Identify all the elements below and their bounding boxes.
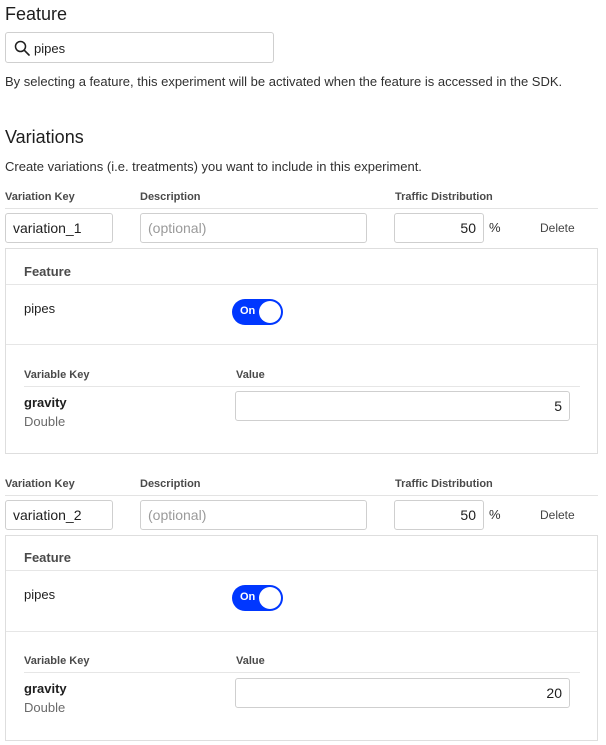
variation-key-input[interactable]	[5, 213, 113, 243]
feature-help-text: By selecting a feature, this experiment …	[5, 74, 563, 89]
percent-symbol: %	[489, 220, 501, 235]
panel-feature-header: Feature	[24, 550, 71, 565]
value-header: Value	[236, 655, 265, 667]
feature-toggle[interactable]: On	[232, 299, 283, 325]
header-divider	[5, 208, 598, 209]
search-icon	[14, 40, 30, 56]
delete-variation-button[interactable]: Delete	[540, 221, 575, 235]
feature-toggle[interactable]: On	[232, 585, 283, 611]
col-head-description: Description	[140, 478, 201, 490]
variations-section-title: Variations	[5, 127, 84, 147]
feature-search-input[interactable]	[34, 38, 264, 58]
variable-value-input[interactable]	[235, 391, 570, 421]
variable-name: gravity	[24, 681, 67, 696]
feature-name: pipes	[24, 301, 56, 316]
variable-key-header: Variable Key	[24, 655, 90, 667]
toggle-label: On	[240, 591, 256, 603]
toggle-knob	[259, 587, 281, 609]
toggle-knob	[259, 301, 281, 323]
variable-type: Double	[24, 700, 66, 715]
description-input[interactable]	[140, 500, 367, 530]
delete-variation-button[interactable]: Delete	[540, 508, 575, 522]
variation-feature-panel: Feature pipes On Variable Key Value grav…	[5, 535, 598, 741]
panel-divider	[6, 631, 597, 632]
variation-feature-panel: Feature pipes On Variable Key Value grav…	[5, 248, 598, 454]
col-head-traffic: Traffic Distribution	[395, 478, 493, 490]
variable-divider	[24, 672, 580, 673]
variable-key-header: Variable Key	[24, 369, 90, 381]
variable-divider	[24, 386, 580, 387]
panel-divider	[6, 344, 597, 345]
feature-name: pipes	[24, 587, 56, 602]
variations-help-text: Create variations (i.e. treatments) you …	[5, 159, 422, 174]
traffic-input[interactable]	[394, 213, 484, 243]
col-head-traffic: Traffic Distribution	[395, 191, 493, 203]
percent-symbol: %	[489, 507, 501, 522]
col-head-description: Description	[140, 191, 201, 203]
header-divider	[5, 495, 598, 496]
variable-value-input[interactable]	[235, 678, 570, 708]
variable-type: Double	[24, 414, 66, 429]
col-head-variation-key: Variation Key	[5, 191, 75, 203]
panel-feature-header: Feature	[24, 264, 71, 279]
traffic-input[interactable]	[394, 500, 484, 530]
feature-section-title: Feature	[5, 4, 68, 24]
toggle-label: On	[240, 305, 256, 317]
description-input[interactable]	[140, 213, 367, 243]
value-header: Value	[236, 369, 265, 381]
panel-divider	[6, 284, 597, 285]
variation-key-input[interactable]	[5, 500, 113, 530]
feature-search-box[interactable]	[5, 32, 274, 63]
col-head-variation-key: Variation Key	[5, 478, 75, 490]
panel-divider	[6, 570, 597, 571]
variable-name: gravity	[24, 395, 67, 410]
